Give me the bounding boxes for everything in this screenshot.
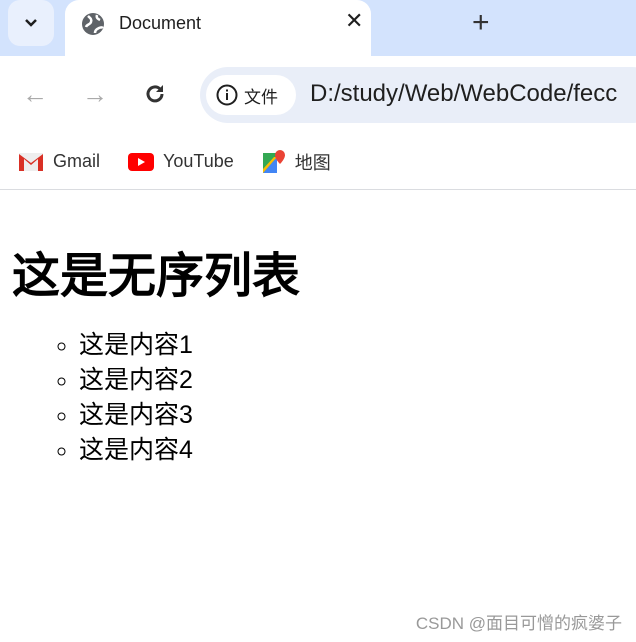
chevron-down-icon (25, 19, 37, 27)
list-item: 这是内容4 (79, 433, 300, 468)
gmail-icon (19, 152, 43, 171)
watermark: CSDN @面目可憎的疯婆子 (415, 614, 622, 633)
site-info-button[interactable]: 文件 (206, 75, 296, 115)
tab-title: Document (119, 13, 202, 33)
info-icon (216, 84, 238, 106)
bookmark-gmail[interactable]: Gmail (18, 151, 100, 172)
close-tab-icon[interactable]: ✕ (345, 8, 363, 34)
address-bar[interactable]: 文件 D:/study/Web/WebCode/fecc (200, 67, 636, 123)
list-item: 这是内容3 (79, 398, 300, 433)
maps-icon (262, 149, 285, 173)
globe-icon (82, 13, 104, 35)
tab-search-button[interactable] (8, 0, 54, 46)
youtube-icon (128, 152, 155, 171)
toolbar: ← → 文件 D:/study/Web/WebCode/fecc (0, 56, 636, 134)
back-button[interactable]: ← (22, 79, 48, 110)
url-text[interactable]: D:/study/Web/WebCode/fecc (310, 80, 617, 108)
tab-strip: Document ✕ + (0, 0, 636, 56)
reload-icon[interactable] (143, 82, 167, 106)
bookmark-label: 地图 (294, 152, 331, 173)
forward-button[interactable]: → (82, 79, 108, 110)
list-item: 这是内容1 (79, 328, 300, 363)
bookmark-label: YouTube (163, 151, 234, 171)
bookmark-maps[interactable]: 地图 (262, 149, 331, 175)
unordered-list: 这是内容1 这是内容2 这是内容3 这是内容4 (52, 328, 300, 468)
bookmark-label: Gmail (53, 151, 101, 171)
page-heading: 这是无序列表 (12, 248, 301, 304)
bookmarks-bar: Gmail YouTube 地图 (0, 134, 636, 190)
bookmark-youtube[interactable]: YouTube (128, 151, 234, 172)
security-label: 文件 (244, 87, 278, 107)
list-item: 这是内容2 (79, 363, 300, 398)
tab-document[interactable]: Document ✕ (65, 0, 371, 56)
page-content: 这是无序列表 这是内容1 这是内容2 这是内容3 这是内容4 (12, 236, 300, 468)
new-tab-button[interactable]: + (472, 6, 490, 40)
